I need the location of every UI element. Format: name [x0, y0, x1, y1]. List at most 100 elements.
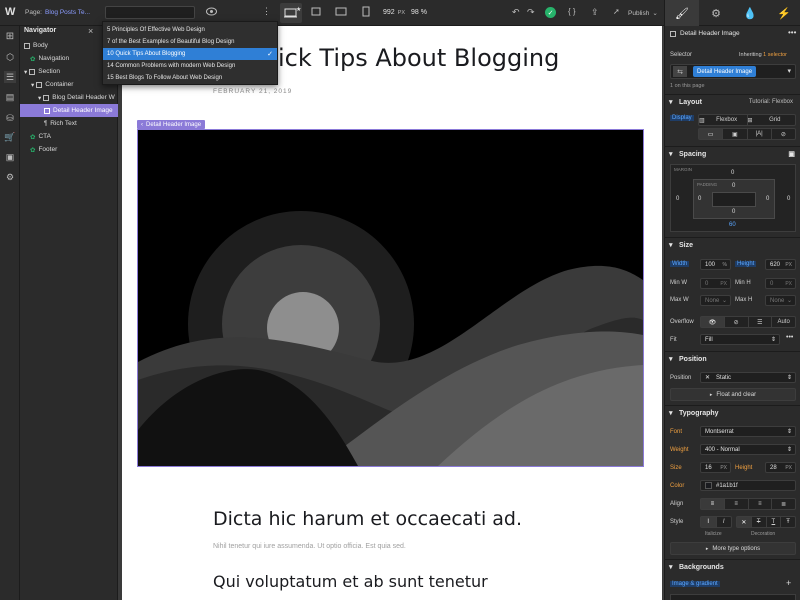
add-element-icon[interactable]: ⊞ [4, 30, 16, 42]
max-width-input[interactable]: None ⌄ [700, 295, 731, 306]
decoration-none-icon[interactable]: ✕ [737, 517, 752, 527]
more-type-options-toggle[interactable]: ▸ More type options [670, 542, 796, 555]
selector-chip[interactable]: Detail Header Image [693, 66, 757, 77]
cms-icon[interactable]: ⛁ [4, 112, 16, 124]
interactions-bolt-icon[interactable]: ⚡ [767, 0, 800, 26]
overflow-hidden-icon[interactable]: ⊘ [725, 317, 749, 327]
align-right-icon[interactable]: ≡ [749, 499, 773, 509]
display-none-icon[interactable]: ⊘ [772, 129, 795, 139]
selected-element-tag[interactable]: ‹ Detail Header Image [137, 120, 206, 129]
align-left-icon[interactable]: ≡ [701, 499, 725, 509]
backgrounds-section-header[interactable]: ▾ Backgrounds [665, 559, 800, 574]
rich-text-heading-1[interactable]: Dicta hic harum et occaecati ad. [213, 508, 522, 530]
chevron-down-icon[interactable]: ▾ [24, 68, 27, 76]
selector-field[interactable]: ⇆ Detail Header Image ▾ [670, 64, 796, 79]
margin-right-value[interactable]: 0 [787, 196, 790, 202]
symbols-icon[interactable]: ⬡ [4, 51, 16, 63]
detail-header-image[interactable] [137, 129, 644, 467]
margin-bottom-value[interactable]: 60 [729, 222, 736, 228]
float-and-clear-toggle[interactable]: ▸ Float and clear [670, 388, 796, 401]
display-inline-block-icon[interactable]: ▣ [723, 129, 748, 139]
min-height-input[interactable]: 0 PX [765, 278, 796, 289]
tree-item-footer[interactable]: ✿ Footer [20, 143, 118, 156]
preview-eye-icon[interactable] [206, 7, 217, 16]
display-flexbox-button[interactable]: ▥ Flexbox [699, 115, 748, 125]
display-block-icon[interactable]: ▭ [699, 129, 724, 139]
chevron-down-icon[interactable]: ▾ [38, 94, 41, 102]
position-section-header[interactable]: ▾ Position [665, 351, 800, 366]
tablet-icon[interactable] [335, 7, 347, 16]
code-export-icon[interactable]: { } [568, 7, 576, 16]
settings-gear-icon[interactable]: ⚙ [4, 171, 16, 183]
style-brush-icon[interactable]: 🖌 [665, 0, 699, 26]
navigator-icon[interactable]: ☰ [4, 71, 16, 83]
italic-off-icon[interactable]: I [701, 517, 717, 527]
page-name[interactable]: Blog Posts Te... [45, 9, 90, 16]
tree-item-rich-text[interactable]: ¶ Rich Text [20, 117, 118, 130]
margin-left-value[interactable]: 0 [676, 196, 679, 202]
desktop-breakpoint-icon[interactable]: ★ [280, 3, 302, 23]
display-inline-icon[interactable]: |A| [748, 129, 772, 139]
assets-icon[interactable]: ▣ [4, 151, 16, 163]
dropdown-item[interactable]: 7 of the Best Examples of Beautiful Blog… [103, 36, 277, 48]
redo-icon[interactable]: ↷ [527, 7, 535, 18]
pages-icon[interactable]: ▤ [4, 91, 16, 103]
tablet-landscape-icon[interactable] [311, 7, 321, 16]
background-layer[interactable] [670, 594, 796, 600]
publish-button[interactable]: Publish ⌄ [628, 9, 658, 18]
spacing-section-header[interactable]: ▾ Spacing ▣ [665, 146, 800, 161]
overflow-scroll-icon[interactable]: ☰ [749, 317, 773, 327]
layout-section-header[interactable]: ▾ Layout Tutorial: Flexbox [665, 94, 800, 109]
overflow-auto-button[interactable]: Auto [772, 317, 795, 327]
width-input[interactable]: 100% [700, 259, 731, 270]
selector-mode-icon[interactable]: ⇆ [673, 66, 687, 77]
position-select[interactable]: ✕ Static ⇕ [700, 372, 796, 383]
rich-text-paragraph[interactable]: Nihil tenetur qui iure assumenda. Ut opt… [213, 543, 406, 550]
typography-section-header[interactable]: ▾ Typography [665, 405, 800, 420]
collection-item-selector[interactable] [105, 6, 195, 19]
dropdown-item[interactable]: 14 Common Problems with modern Web Desig… [103, 60, 277, 72]
more-dots-icon[interactable]: ••• [786, 334, 793, 341]
padding-top-value[interactable]: 0 [732, 183, 735, 189]
strikethrough-icon[interactable]: T [752, 517, 767, 527]
fit-select[interactable]: Fill ⇕ [700, 334, 780, 345]
italic-on-icon[interactable]: I [717, 517, 732, 527]
more-dots-icon[interactable]: ••• [788, 28, 796, 37]
more-dots-icon[interactable]: ⋮ [262, 6, 271, 17]
align-justify-icon[interactable]: ≣ [772, 499, 795, 509]
padding-right-value[interactable]: 0 [766, 196, 769, 202]
min-width-input[interactable]: 0 PX [700, 278, 731, 289]
padding-bottom-value[interactable]: 0 [732, 209, 735, 215]
overflow-visible-icon[interactable]: 👁 [701, 317, 725, 327]
font-select[interactable]: Montserrat ⇕ [700, 426, 796, 437]
settings-gear-icon[interactable]: ⚙ [699, 0, 733, 26]
color-swatch[interactable] [705, 482, 712, 489]
share-icon[interactable]: ⇪ [591, 7, 599, 18]
close-icon[interactable]: × [88, 26, 93, 36]
color-input[interactable]: #1a1b1f [700, 480, 796, 491]
padding-left-value[interactable]: 0 [698, 196, 701, 202]
tree-item-detail-header-image[interactable]: Detail Header Image [20, 104, 118, 117]
chevron-down-icon[interactable]: ▾ [787, 67, 791, 75]
tutorial-link[interactable]: Tutorial: Flexbox [749, 99, 793, 105]
ecommerce-cart-icon[interactable]: 🛒 [4, 131, 16, 143]
font-size-input[interactable]: 16 PX [700, 462, 731, 473]
tree-item-blog-detail-header[interactable]: ▾ Blog Detail Header W [20, 91, 118, 104]
rich-text-heading-2[interactable]: Qui voluptatum et ab sunt tenetur [213, 572, 488, 591]
post-title[interactable]: ick Tips About Blogging [278, 44, 559, 72]
dropdown-item[interactable]: 15 Best Blogs To Follow About Web Design [103, 72, 277, 84]
display-grid-button[interactable]: ⊞ Grid [748, 115, 796, 125]
line-height-input[interactable]: 28 PX [765, 462, 796, 473]
post-date[interactable]: FEBRUARY 21, 2019 [213, 88, 292, 95]
weight-select[interactable]: 400 - Normal ⇕ [700, 444, 796, 455]
spacing-options-icon[interactable]: ▣ [788, 150, 795, 158]
inheriting-count[interactable]: 1 selector [763, 52, 787, 58]
margin-top-value[interactable]: 0 [731, 170, 734, 176]
max-height-input[interactable]: None ⌄ [765, 295, 796, 306]
mobile-icon[interactable] [362, 6, 370, 17]
size-section-header[interactable]: ▾ Size [665, 237, 800, 252]
tree-item-cta[interactable]: ✿ CTA [20, 130, 118, 143]
underline-icon[interactable]: T [767, 517, 782, 527]
style-manager-drops-icon[interactable]: 💧 [733, 0, 767, 26]
dropdown-item-selected[interactable]: 10 Quick Tips About Blogging ✓ [103, 48, 277, 60]
